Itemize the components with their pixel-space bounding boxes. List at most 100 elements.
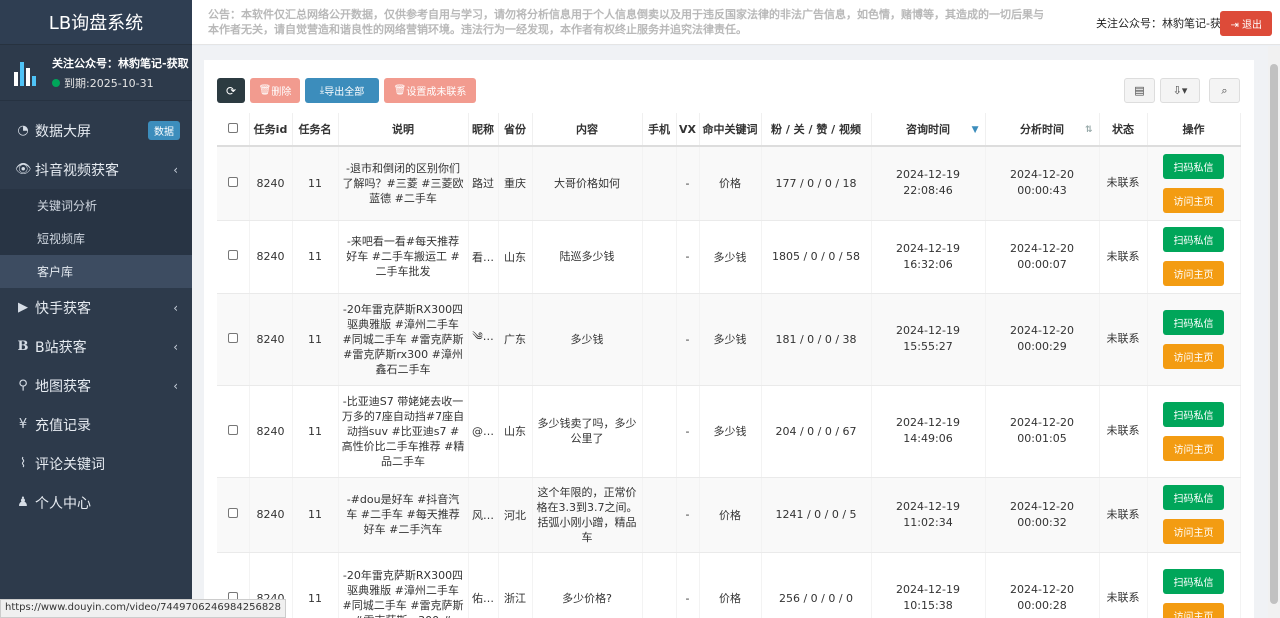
cell-status: 未联系 (1099, 552, 1148, 618)
online-dot-icon (52, 78, 60, 87)
cell-analyze-time: 2024-12-20 00:00:07 (985, 220, 1100, 294)
header-vx[interactable]: VX (676, 113, 700, 147)
cell-analyze-time: 2024-12-20 00:00:43 (985, 146, 1100, 221)
set-uncontacted-button[interactable]: 🗑 设置成未联系 (384, 78, 476, 103)
cell-stats: 177 / 0 / 0 / 18 (761, 146, 872, 221)
header-stats[interactable]: 粉 / 关 / 赞 / 视频 (761, 113, 872, 147)
header-task-id[interactable]: 任务id (249, 113, 293, 147)
cell-vx: - (676, 385, 700, 478)
customer-panel: ⟳ 🗑 删除 ⤓ 导出全部 🗑 设置成未联系 ▤ ⇩▾ ⌕ 任务id 任务名 说… (204, 60, 1254, 618)
row-checkbox[interactable] (227, 176, 238, 187)
cell-task-id: 8240 (249, 220, 293, 294)
table-row: 8240 11 -#dou是好车 #抖音汽车 #二手车 #每天推荐好车 #二手汽车风… (217, 477, 1241, 553)
cell-desc-link[interactable]: -#dou是好车 #抖音汽车 #二手车 #每天推荐好车 #二手汽车 (338, 477, 469, 553)
header-consult-time-cell[interactable]: 咨询时间 ▼ (871, 113, 986, 147)
sidebar-item-kuaishou[interactable]: ▶ 快手获客 ‹ (0, 288, 192, 327)
sidebar-item-customer[interactable]: 客户库 (0, 255, 192, 288)
export-all-button[interactable]: ⤓ 导出全部 (305, 78, 379, 103)
page-scrollbar[interactable] (1268, 46, 1280, 618)
user-expire: 到期:2025-10-31 (64, 76, 154, 90)
scan-message-button[interactable]: 扫码私信 (1163, 401, 1224, 427)
content-area: ⟳ 🗑 删除 ⤓ 导出全部 🗑 设置成未联系 ▤ ⇩▾ ⌕ 任务id 任务名 说… (192, 46, 1268, 618)
cell-desc-link[interactable]: -20年雷克萨斯RX300四驱典雅版 #漳州二手车 #同城二手车 #雷克萨斯 #… (338, 293, 469, 386)
header-phone[interactable]: 手机 (642, 113, 677, 147)
visit-homepage-button[interactable]: 访问主页 (1163, 602, 1224, 618)
scan-message-button[interactable]: 扫码私信 (1163, 568, 1224, 594)
sidebar-menu: ◔ 数据大屏 数据 👁 抖音视频获客 ‹ 关键词分析 短视频库 客户库 ▶ 快手获客 ‹ B… (0, 111, 192, 522)
sidebar-item-dashboard[interactable]: ◔ 数据大屏 数据 (0, 111, 192, 150)
sidebar-item-profile[interactable]: ♟ 个人中心 (0, 483, 192, 522)
table-row: 8240 11 -比亚迪S7 带姥姥去收一万多的7座自动挡#7座自动挡suv #比亚… (217, 385, 1241, 478)
select-all-checkbox[interactable] (227, 122, 238, 133)
dashboard-badge: 数据 (148, 121, 180, 140)
header-nickname[interactable]: 昵称 (468, 113, 499, 147)
cell-province: 山东 (498, 220, 533, 294)
cell-consult-time: 2024-12-19 22:08:46 (871, 146, 986, 221)
chevron-left-icon: ‹ (173, 339, 178, 354)
scrollbar-thumb[interactable] (1270, 64, 1278, 604)
cell-province: 山东 (498, 385, 533, 478)
search-button[interactable]: ⌕ (1209, 78, 1240, 103)
header-task-name[interactable]: 任务名 (292, 113, 339, 147)
cell-task-id: 8240 (249, 477, 293, 553)
header-status[interactable]: 状态 (1099, 113, 1148, 147)
visit-homepage-button[interactable]: 访问主页 (1163, 187, 1224, 213)
cell-analyze-time: 2024-12-20 00:00:32 (985, 477, 1100, 553)
visit-homepage-button[interactable]: 访问主页 (1163, 343, 1224, 369)
cell-stats: 1805 / 0 / 0 / 58 (761, 220, 872, 294)
visit-homepage-button[interactable]: 访问主页 (1163, 519, 1224, 544)
table-row: 8240 11 -20年雷克萨斯RX300四驱典雅版 #漳州二手车 #同城二手车 #… (217, 293, 1241, 386)
scan-message-button[interactable]: 扫码私信 (1163, 485, 1224, 510)
visit-homepage-button[interactable]: 访问主页 (1163, 261, 1224, 286)
cell-stats: 204 / 0 / 0 / 67 (761, 385, 872, 478)
header-content[interactable]: 内容 (532, 113, 643, 147)
scan-message-button[interactable]: 扫码私信 (1163, 153, 1224, 179)
header-analyze-time-cell[interactable]: 分析时间 ⇅ (985, 113, 1100, 147)
scan-message-button[interactable]: 扫码私信 (1163, 309, 1224, 335)
cell-stats: 181 / 0 / 0 / 38 (761, 293, 872, 386)
dashboard-icon: ◔ (17, 123, 29, 138)
sidebar-item-map[interactable]: ⚲ 地图获客 ‹ (0, 366, 192, 405)
refresh-icon: ⟳ (225, 83, 237, 98)
cell-desc-link[interactable]: -20年雷克萨斯RX300四驱典雅版 #漳州二手车 #同城二手车 #雷克萨斯 #… (338, 552, 469, 618)
sidebar-item-keyword-analysis[interactable]: 关键词分析 (0, 189, 192, 222)
row-checkbox[interactable] (227, 332, 238, 343)
header-action: 操作 (1147, 113, 1241, 147)
sidebar-item-comment-keyword[interactable]: ⌇ 评论关键词 (0, 444, 192, 483)
table-row: 8240 11 -退市和倒闭的区别你们了解吗？#三菱 #三菱欧蓝德 #二手车 路过 重庆… (217, 146, 1241, 221)
header-province[interactable]: 省份 (498, 113, 533, 147)
table-row: 8240 11 -20年雷克萨斯RX300四驱典雅版 #漳州二手车 #同城二手车 #… (217, 552, 1241, 618)
cell-keyword: 价格 (699, 477, 762, 553)
logout-button[interactable]: ⇥ 退出 (1220, 11, 1272, 36)
table-body: 8240 11 -退市和倒闭的区别你们了解吗？#三菱 #三菱欧蓝德 #二手车 路过 重庆… (217, 146, 1241, 618)
row-checkbox[interactable] (227, 508, 238, 518)
cell-province: 河北 (498, 477, 533, 553)
cell-phone (642, 293, 677, 386)
cell-keyword: 价格 (699, 552, 762, 618)
visit-homepage-button[interactable]: 访问主页 (1163, 435, 1224, 461)
sidebar-item-bilibili[interactable]: B B站获客 ‹ (0, 327, 192, 366)
play-icon: ▶ (18, 300, 28, 315)
sidebar-item-douyin[interactable]: 👁 抖音视频获客 ‹ (0, 150, 192, 189)
row-checkbox[interactable] (227, 250, 238, 260)
delete-button[interactable]: 🗑 删除 (250, 78, 300, 103)
cell-content: 多少钱卖了吗，多少公里了 (532, 385, 643, 478)
cell-task-name: 11 (292, 146, 339, 221)
cell-desc-link[interactable]: -来吧看一看#每天推荐好车 #二手车搬运工 #二手车批发 (338, 220, 469, 294)
cell-analyze-time: 2024-12-20 00:00:28 (985, 552, 1100, 618)
cell-desc-link[interactable]: -比亚迪S7 带姥姥去收一万多的7座自动挡#7座自动挡suv #比亚迪s7 #高… (338, 385, 469, 478)
sidebar-item-recharge[interactable]: ¥ 充值记录 (0, 405, 192, 444)
app-title[interactable]: LB询盘系统 (0, 0, 192, 45)
refresh-button[interactable]: ⟳ (217, 78, 245, 103)
cell-status: 未联系 (1099, 477, 1148, 553)
cell-desc-link[interactable]: -退市和倒闭的区别你们了解吗？#三菱 #三菱欧蓝德 #二手车 (338, 146, 469, 221)
cell-task-id: 8240 (249, 293, 293, 386)
sidebar-item-short-video[interactable]: 短视频库 (0, 222, 192, 255)
row-checkbox[interactable] (227, 424, 238, 435)
toggle-view-button[interactable]: ▤ (1124, 78, 1155, 103)
cell-content: 这个年限的，正常价格在3.3到3.7之间。括弧小刚小蹭，精品车 (532, 477, 643, 553)
scan-message-button[interactable]: 扫码私信 (1163, 227, 1224, 252)
header-keyword[interactable]: 命中关键词 (699, 113, 762, 147)
header-desc[interactable]: 说明 (338, 113, 469, 147)
export-dropdown-button[interactable]: ⇩▾ (1160, 78, 1200, 103)
